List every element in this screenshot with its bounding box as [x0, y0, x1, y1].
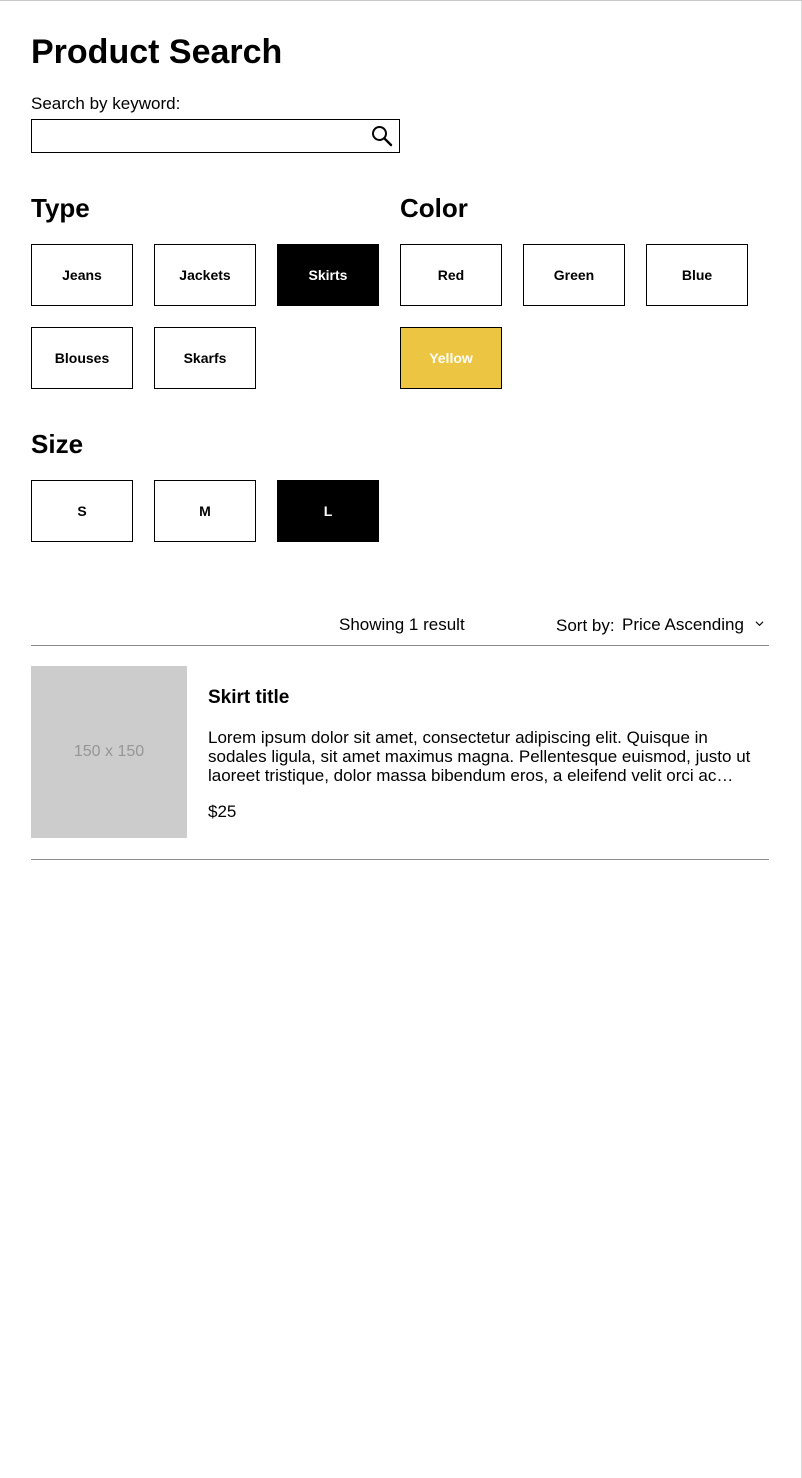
size-option-label: M [199, 503, 211, 519]
sort-value: Price Ascending [622, 615, 744, 634]
type-section-title: Type [31, 193, 90, 223]
search-box [31, 119, 400, 153]
type-option-jackets[interactable]: Jackets [154, 244, 256, 306]
product-image-placeholder: 150 x 150 [73, 743, 145, 760]
color-option-label: Blue [681, 267, 713, 283]
sort-select[interactable]: Price Ascending [622, 613, 768, 637]
search-input[interactable] [32, 120, 362, 152]
size-section-title: Size [31, 429, 84, 459]
product-search-page: Product Search Search by keyword: Type J… [0, 0, 802, 1478]
search-label: Search by keyword: [31, 94, 181, 113]
chevron-down-icon [755, 621, 764, 627]
type-option-label: Skarfs [183, 350, 227, 366]
page-title: Product Search [31, 33, 283, 71]
color-option-yellow[interactable]: Yellow [400, 327, 502, 389]
size-option-label: S [77, 503, 87, 519]
search-button[interactable] [371, 125, 393, 147]
color-option-green[interactable]: Green [523, 244, 625, 306]
type-option-jeans[interactable]: Jeans [31, 244, 133, 306]
product-image[interactable]: 150 x 150 [31, 666, 187, 838]
results-top-divider [31, 645, 769, 646]
sort-label: Sort by: [556, 616, 615, 635]
product-price: $25 [208, 802, 237, 821]
type-option-label: Skirts [308, 267, 348, 283]
color-option-label: Red [437, 267, 465, 283]
size-option-l[interactable]: L [277, 480, 379, 542]
color-section-title: Color [400, 193, 468, 223]
type-option-skarfs[interactable]: Skarfs [154, 327, 256, 389]
size-option-label: L [323, 503, 333, 519]
size-option-m[interactable]: M [154, 480, 256, 542]
product-description: Lorem ipsum dolor sit amet, consectetur … [208, 728, 751, 785]
type-option-label: Jackets [179, 267, 231, 283]
color-option-blue[interactable]: Blue [646, 244, 748, 306]
search-icon [372, 126, 393, 147]
type-option-label: Jeans [62, 267, 102, 283]
color-option-label: Green [553, 267, 595, 283]
product-title[interactable]: Skirt title [208, 687, 289, 709]
color-option-red[interactable]: Red [400, 244, 502, 306]
type-option-skirts[interactable]: Skirts [277, 244, 379, 306]
results-bottom-divider [31, 859, 769, 860]
results-count: Showing 1 result [339, 615, 465, 634]
size-option-s[interactable]: S [31, 480, 133, 542]
type-option-label: Blouses [54, 350, 110, 366]
type-option-blouses[interactable]: Blouses [31, 327, 133, 389]
color-option-label: Yellow [429, 350, 473, 366]
